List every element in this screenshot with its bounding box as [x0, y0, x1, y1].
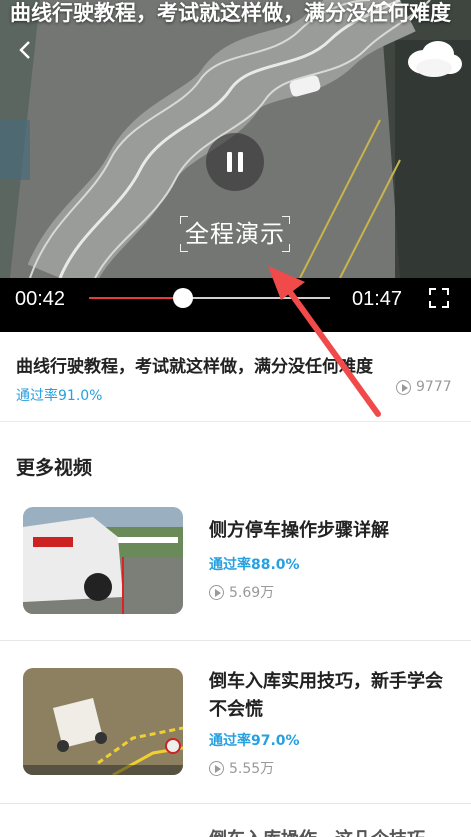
seek-bar-progress	[89, 297, 183, 299]
divider	[0, 640, 471, 641]
demo-label: 全程演示	[180, 214, 290, 254]
video-item-plays: 5.69万	[209, 582, 274, 602]
video-item-title: 侧方停车操作步骤详解	[209, 520, 389, 541]
video-list-item[interactable]: 倒车入库实用技巧，新手学会不会慌 通过率97.0% 5.55万	[0, 668, 471, 802]
pass-rate: 通过率91.0%	[16, 388, 103, 404]
frame-corner	[180, 244, 188, 252]
frame-corner	[282, 216, 290, 224]
total-time: 01:47	[352, 288, 403, 310]
frame-corner	[282, 244, 290, 252]
video-thumbnail[interactable]	[23, 507, 183, 614]
video-thumbnail[interactable]	[23, 668, 183, 775]
more-videos-heading: 更多视频	[16, 457, 93, 479]
fullscreen-icon[interactable]	[428, 287, 450, 309]
video-info: 曲线行驶教程，考试就这样做，满分没任何难度 通过率91.0% 9777	[0, 332, 471, 422]
video-frame[interactable]: 曲线行驶教程，考试就这样做，满分没任何难度 全程演示	[0, 0, 471, 278]
video-item-plays: 5.55万	[209, 758, 274, 778]
current-time: 00:42	[15, 288, 66, 310]
play-count-icon	[209, 584, 224, 600]
video-title: 曲线行驶教程，考试就这样做，满分没任何难度	[16, 357, 373, 377]
frame-corner	[180, 216, 188, 224]
video-player[interactable]: 曲线行驶教程，考试就这样做，满分没任何难度 全程演示 00:42 01:47	[0, 0, 471, 332]
play-count: 9777	[396, 379, 452, 395]
play-count-value: 9777	[416, 379, 452, 395]
cloud-icon[interactable]	[404, 36, 464, 80]
video-item-plays-value: 5.55万	[229, 761, 275, 777]
demo-label-text: 全程演示	[185, 220, 285, 248]
back-icon[interactable]	[12, 36, 40, 64]
video-item-plays-value: 5.69万	[229, 585, 275, 601]
pause-button[interactable]	[206, 133, 264, 191]
video-overlay-title: 曲线行驶教程，考试就这样做，满分没任何难度	[10, 1, 451, 25]
seek-bar[interactable]	[89, 288, 330, 308]
video-list-item[interactable]: 侧方停车操作步骤详解 通过率88.0% 5.69万	[0, 507, 471, 640]
video-item-title: 倒车入库操作，这几个技巧	[209, 826, 454, 837]
player-controls: 00:42 01:47	[0, 278, 471, 332]
pause-icon	[227, 152, 232, 172]
seek-thumb[interactable]	[173, 288, 193, 308]
share-icon[interactable]	[372, 0, 396, 10]
video-item-pass-rate: 通过率88.0%	[209, 557, 300, 573]
divider	[0, 803, 471, 804]
video-list-item[interactable]: 倒车入库操作，这几个技巧	[0, 826, 471, 837]
video-item-pass-rate: 通过率97.0%	[209, 733, 300, 749]
video-item-title: 倒车入库实用技巧，新手学会不会慌	[209, 671, 443, 720]
pause-icon-bar	[238, 152, 243, 172]
play-count-icon	[209, 760, 224, 776]
play-count-icon	[396, 379, 411, 395]
